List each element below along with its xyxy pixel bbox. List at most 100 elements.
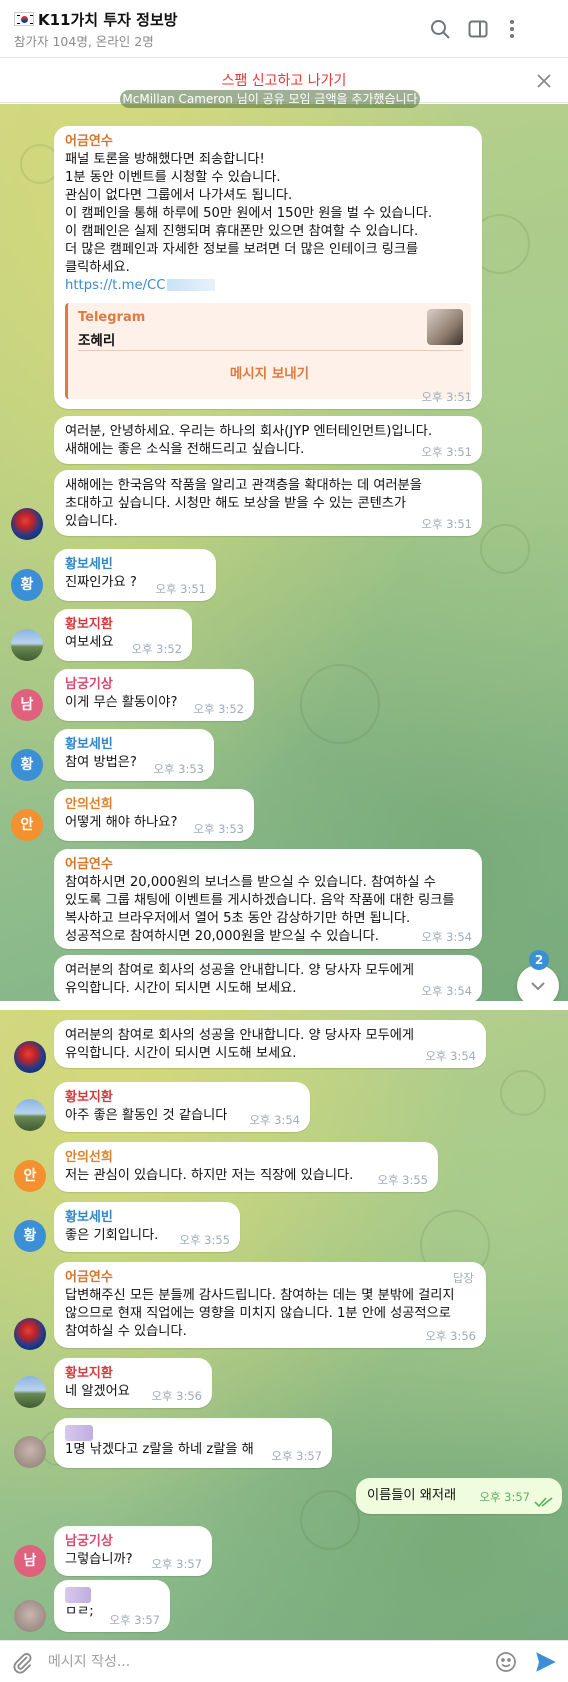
blurred-sender-name bbox=[65, 1425, 93, 1441]
message-bubble[interactable]: 황보지환 아주 좋은 활동인 것 같습니다 오후 3:54 bbox=[54, 1082, 310, 1132]
message-bubble[interactable]: 새해에는 한국음악 작품을 알리고 관객층을 확대하는 데 여러분을 초대하고 … bbox=[54, 470, 482, 536]
message-time: 오후 3:51 bbox=[421, 445, 472, 459]
message-text: 여러분의 참여로 회사의 성공을 안내합니다. 양 당사자 모두에게 유익합니다… bbox=[65, 963, 414, 996]
message-bubble[interactable]: 어금연수 패널 토론을 방해했다면 죄송합니다! 1분 동안 이벤트를 시청할 … bbox=[54, 126, 482, 409]
send-message-button[interactable]: 메시지 보내기 bbox=[68, 355, 471, 393]
avatar[interactable]: 황 bbox=[11, 569, 43, 601]
message-time: 오후 3:54 bbox=[421, 930, 472, 944]
message-text: 답변해주신 모든 분들께 감사드립니다. 참여하는 데는 몇 분밖에 걸리지 않… bbox=[65, 1288, 455, 1339]
message-bubble[interactable]: 황보세빈 진짜인가요 ? 오후 3:51 bbox=[54, 549, 216, 601]
message-composer bbox=[0, 1640, 568, 1682]
link-preview[interactable]: Telegram 조혜리 메시지 보내기 bbox=[65, 303, 471, 399]
chat-title[interactable]: K11가치 투자 정보방 bbox=[38, 9, 178, 30]
avatar[interactable]: 남 bbox=[14, 1545, 46, 1577]
message-time: 오후 3:51 bbox=[421, 390, 472, 404]
avatar[interactable] bbox=[14, 1376, 46, 1408]
service-notice: McMillan Cameron 님이 공유 모임 금액을 추가했습니다 bbox=[120, 90, 420, 108]
message-sender[interactable]: 황보지환 bbox=[65, 1089, 299, 1107]
message-sender[interactable]: 남궁기상 bbox=[65, 1533, 201, 1551]
unread-badge: 2 bbox=[529, 950, 549, 970]
message-time: 오후 3:54 bbox=[249, 1113, 300, 1127]
message-time: 오후 3:57 bbox=[479, 1490, 530, 1504]
message-time: 오후 3:55 bbox=[377, 1173, 428, 1187]
message-time: 오후 3:57 bbox=[151, 1557, 202, 1571]
message-bubble[interactable]: 1명 낚겠다고 z랄을 하네 z랄을 해 오후 3:57 bbox=[54, 1418, 332, 1468]
avatar[interactable]: 안 bbox=[14, 1160, 46, 1192]
message-sender[interactable]: 황보세빈 bbox=[65, 556, 205, 574]
avatar[interactable] bbox=[14, 1436, 46, 1468]
avatar[interactable]: 남 bbox=[11, 689, 43, 721]
message-sender[interactable]: 황보지환 bbox=[65, 616, 181, 634]
korea-flag-icon bbox=[14, 12, 34, 26]
more-options-icon[interactable] bbox=[500, 17, 524, 41]
message-link[interactable]: https://t.me/CC bbox=[65, 277, 471, 295]
message-bubble[interactable]: 어금연수 답장 답변해주신 모든 분들께 감사드립니다. 참여하는 데는 몇 분… bbox=[54, 1262, 486, 1348]
preview-title: 조혜리 bbox=[78, 333, 116, 349]
redacted-text bbox=[167, 279, 216, 291]
preview-thumbnail bbox=[427, 309, 463, 345]
message-time: 오후 3:55 bbox=[179, 1233, 230, 1247]
message-bubble[interactable]: 황보지환 여보세요 오후 3:52 bbox=[54, 609, 192, 661]
message-bubble[interactable]: 황보세빈 참여 방법은? 오후 3:53 bbox=[54, 729, 214, 781]
message-sender[interactable]: 어금연수 bbox=[65, 856, 471, 874]
avatar[interactable] bbox=[11, 508, 43, 540]
message-bubble[interactable]: 안의선희 저는 관심이 있습니다. 하지만 저는 직장에 있습니다. 오후 3:… bbox=[54, 1142, 438, 1192]
message-sender[interactable]: 안의선희 bbox=[65, 796, 243, 814]
blurred-sender-name bbox=[65, 1587, 91, 1603]
message-time: 오후 3:57 bbox=[109, 1613, 160, 1627]
chat-subtitle: 참가자 104명, 온라인 2명 bbox=[14, 34, 154, 49]
message-text: 참여하시면 20,000원의 보너스를 받으실 수 있습니다. 참여하실 수 있… bbox=[65, 875, 455, 944]
message-time: 오후 3:56 bbox=[425, 1329, 476, 1343]
send-icon[interactable] bbox=[533, 1649, 559, 1675]
message-time: 오후 3:57 bbox=[271, 1449, 322, 1463]
message-sender[interactable]: 황보지환 bbox=[65, 1365, 201, 1383]
avatar[interactable] bbox=[14, 1318, 46, 1350]
message-text: 여러분, 안녕하세요. 우리는 하나의 회사(JYP 엔터테인먼트)입니다. 새… bbox=[65, 424, 433, 457]
message-bubble[interactable]: 황보세빈 좋은 기회입니다. 오후 3:55 bbox=[54, 1202, 240, 1252]
message-bubble[interactable]: 남궁기상 이게 무슨 활동이야? 오후 3:52 bbox=[54, 669, 254, 721]
avatar[interactable] bbox=[14, 1099, 46, 1131]
message-bubble[interactable]: ㅁㄹ; 오후 3:57 bbox=[54, 1580, 170, 1632]
message-time: 오후 3:53 bbox=[193, 822, 244, 836]
outgoing-message-bubble[interactable]: 이름들이 왜저래 오후 3:57 bbox=[356, 1478, 562, 1514]
avatar[interactable]: 황 bbox=[14, 1220, 46, 1252]
avatar[interactable] bbox=[14, 1041, 46, 1073]
message-bubble[interactable]: 여러분의 참여로 회사의 성공을 안내합니다. 양 당사자 모두에게 유익합니다… bbox=[54, 955, 482, 1003]
message-bubble[interactable]: 안의선희 어떻게 해야 하나요? 오후 3:53 bbox=[54, 789, 254, 841]
read-checkmarks-icon bbox=[534, 1493, 554, 1508]
search-icon[interactable] bbox=[428, 17, 452, 41]
message-bubble[interactable]: 여러분, 안녕하세요. 우리는 하나의 회사(JYP 엔터테인먼트)입니다. 새… bbox=[54, 416, 482, 464]
message-sender[interactable]: 남궁기상 bbox=[65, 676, 243, 694]
message-bubble[interactable]: 남궁기상 그렇습니까? 오후 3:57 bbox=[54, 1526, 212, 1576]
message-time: 오후 3:53 bbox=[153, 762, 204, 776]
message-time: 오후 3:54 bbox=[425, 1049, 476, 1063]
chat-header[interactable]: K11가치 투자 정보방 참가자 104명, 온라인 2명 bbox=[0, 0, 568, 58]
avatar[interactable] bbox=[11, 629, 43, 661]
message-time: 오후 3:52 bbox=[131, 642, 182, 656]
message-sender[interactable]: 어금연수 bbox=[65, 133, 471, 151]
message-bubble[interactable]: 황보지환 네 알겠어요 오후 3:56 bbox=[54, 1358, 212, 1408]
message-sender[interactable]: 어금연수 bbox=[65, 1269, 475, 1287]
message-bubble[interactable]: 어금연수 참여하시면 20,000원의 보너스를 받으실 수 있습니다. 참여하… bbox=[54, 849, 482, 949]
message-text: 여러분의 참여로 회사의 성공을 안내합니다. 양 당사자 모두에게 유익합니다… bbox=[65, 1028, 414, 1061]
message-sender[interactable]: 황보세빈 bbox=[65, 736, 203, 754]
message-time: 오후 3:51 bbox=[155, 582, 206, 596]
message-sender[interactable]: 안의선희 bbox=[65, 1149, 427, 1167]
message-bubble[interactable]: 여러분의 참여로 회사의 성공을 안내합니다. 양 당사자 모두에게 유익합니다… bbox=[54, 1020, 486, 1068]
emoji-icon[interactable] bbox=[494, 1650, 518, 1674]
message-time: 오후 3:56 bbox=[151, 1389, 202, 1403]
message-time: 오후 3:51 bbox=[421, 517, 472, 531]
message-sender[interactable]: 황보세빈 bbox=[65, 1209, 229, 1227]
message-input[interactable] bbox=[48, 1649, 468, 1675]
paperclip-icon[interactable] bbox=[10, 1650, 34, 1674]
avatar[interactable]: 안 bbox=[11, 809, 43, 841]
avatar[interactable] bbox=[14, 1600, 46, 1632]
sidebar-toggle-icon[interactable] bbox=[466, 17, 490, 41]
preview-site-name: Telegram bbox=[78, 310, 146, 325]
reply-tag[interactable]: 답장 bbox=[453, 1270, 474, 1286]
close-icon[interactable] bbox=[534, 71, 554, 91]
message-time: 오후 3:52 bbox=[193, 702, 244, 716]
avatar[interactable]: 황 bbox=[11, 749, 43, 781]
message-text: 패널 토론을 방해했다면 죄송합니다! 1분 동안 이벤트를 시청할 수 있습니… bbox=[65, 152, 433, 275]
message-text: 저는 관심이 있습니다. 하지만 저는 직장에 있습니다. bbox=[65, 1168, 354, 1183]
